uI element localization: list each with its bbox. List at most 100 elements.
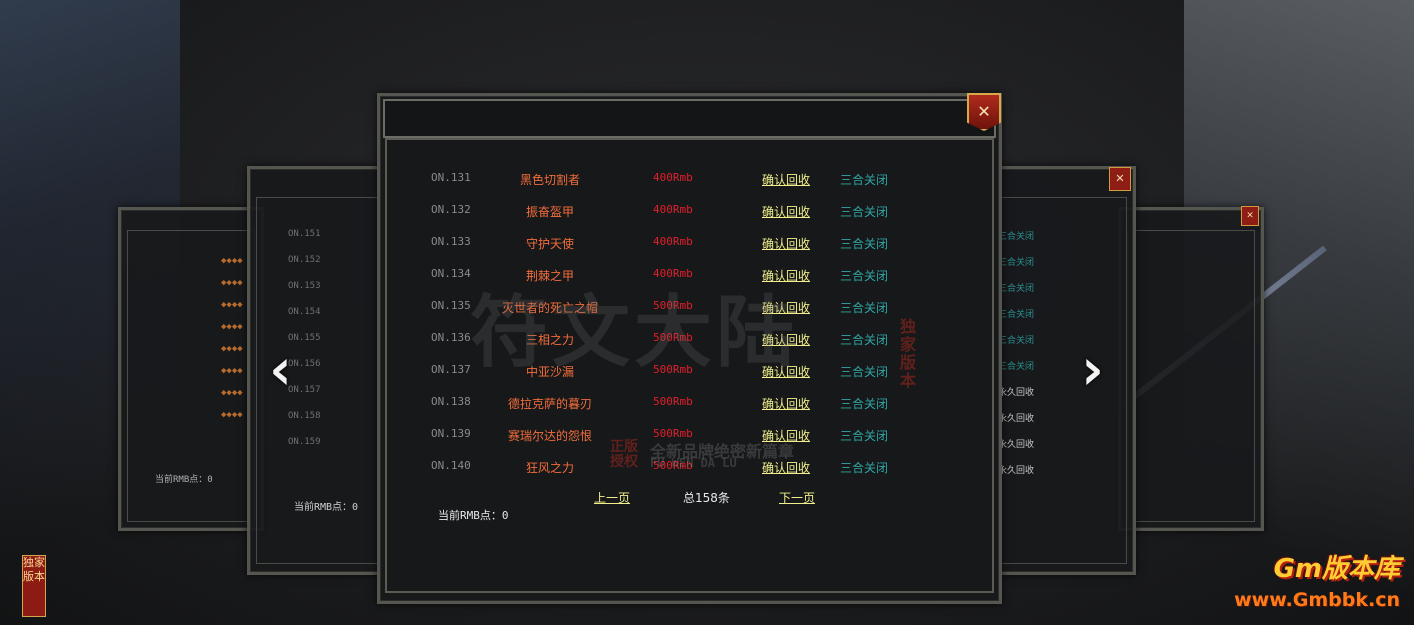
panel-row-status: 三合关闭 — [998, 232, 1035, 242]
merge-status: 三合关闭 — [840, 269, 889, 283]
panel-row: ◆◆◆◆ — [221, 388, 243, 398]
table-row: ON.132 振奋盔甲 400Rmb 确认回收 三合关闭 — [380, 203, 999, 235]
merge-status: 三合关闭 — [840, 301, 889, 315]
next-page-link[interactable]: 下一页 — [779, 491, 815, 505]
panel-row-status: 三合关闭 — [998, 362, 1035, 372]
panel-row-no: ON.154 — [288, 307, 321, 317]
panel-row-status: 永久回收 — [998, 466, 1035, 476]
merge-status: 三合关闭 — [840, 237, 889, 251]
panel-row-status: 三合关闭 — [998, 284, 1035, 294]
right-panel: ✕ 三合关闭 三合关闭 三合关闭 三合关闭 三合关闭 三合关闭 永久回收 永久回… — [985, 166, 1136, 575]
main-title-bar — [383, 99, 996, 138]
far-right-panel: ✕ — [1118, 206, 1264, 531]
item-name: 灭世者的死亡之帽 — [501, 301, 598, 315]
panel-row: ◆◆◆◆ — [221, 410, 243, 420]
confirm-recycle-link[interactable]: 确认回收 — [762, 459, 810, 476]
confirm-recycle-link[interactable]: 确认回收 — [762, 331, 810, 348]
item-name: 中亚沙漏 — [525, 365, 574, 379]
merge-status: 三合关闭 — [840, 173, 889, 187]
far-left-panel: ◆◆◆◆ ◆◆◆◆ ◆◆◆◆ ◆◆◆◆ ◆◆◆◆ ◆◆◆◆ ◆◆◆◆ ◆◆◆◆ … — [118, 207, 264, 531]
table-row: ON.135 灭世者的死亡之帽 500Rmb 确认回收 三合关闭 — [380, 299, 999, 331]
item-name: 振奋盔甲 — [525, 205, 574, 219]
confirm-recycle-link[interactable]: 确认回收 — [762, 267, 810, 284]
merge-status: 三合关闭 — [840, 365, 889, 379]
pager-prev[interactable]: 上一页 — [594, 489, 630, 506]
table-row: ON.136 三相之力 500Rmb 确认回收 三合关闭 — [380, 331, 999, 363]
item-name: 三相之力 — [525, 333, 574, 347]
panel-row-status: 三合关闭 — [998, 336, 1035, 346]
exclusive-badge: 独家版本 — [22, 555, 46, 617]
row-number: ON.138 — [431, 395, 471, 408]
table-row: ON.134 荆棘之甲 400Rmb 确认回收 三合关闭 — [380, 267, 999, 299]
panel-row-status: 永久回收 — [998, 414, 1035, 424]
confirm-recycle-link[interactable]: 确认回收 — [762, 235, 810, 252]
merge-status: 三合关闭 — [840, 333, 889, 347]
prev-arrow-icon[interactable]: ‹ — [261, 340, 301, 398]
row-number: ON.137 — [431, 363, 471, 376]
panel-row-status: 三合关闭 — [998, 258, 1035, 268]
panel-row-no: ON.158 — [288, 411, 321, 421]
confirm-recycle-link[interactable]: 确认回收 — [762, 203, 810, 220]
item-price: 500Rmb — [653, 299, 693, 312]
merge-status: 三合关闭 — [840, 397, 889, 411]
confirm-recycle-link[interactable]: 确认回收 — [762, 427, 810, 444]
merge-status: 三合关闭 — [840, 429, 889, 443]
panel-row: ◆◆◆◆ — [221, 256, 243, 266]
panel-row: ◆◆◆◆ — [221, 344, 243, 354]
panel-row-no: ON.159 — [288, 437, 321, 447]
confirm-recycle-link[interactable]: 确认回收 — [762, 363, 810, 380]
pager-next[interactable]: 下一页 — [779, 489, 815, 506]
panel-row: ◆◆◆◆ — [221, 278, 243, 288]
confirm-recycle-link[interactable]: 确认回收 — [762, 171, 810, 188]
prev-page-link[interactable]: 上一页 — [594, 491, 630, 505]
panel-row-status: 永久回收 — [998, 388, 1035, 398]
rmb-points: 当前RMB点：0 — [438, 509, 509, 522]
table-row: ON.137 中亚沙漏 500Rmb 确认回收 三合关闭 — [380, 363, 999, 395]
rmb-points: 当前RMB点：0 — [294, 502, 359, 513]
table-row: ON.140 狂风之力 500Rmb 确认回收 三合关闭 — [380, 459, 999, 491]
row-number: ON.133 — [431, 235, 471, 248]
panel-row: ◆◆◆◆ — [221, 322, 243, 332]
panel-row-no: ON.153 — [288, 281, 321, 291]
row-number: ON.139 — [431, 427, 471, 440]
pager-total: 总158条 — [683, 491, 730, 505]
panel-row-no: ON.152 — [288, 255, 321, 265]
merge-status: 三合关闭 — [840, 205, 889, 219]
merge-status: 三合关闭 — [840, 461, 889, 475]
close-icon[interactable]: ✕ — [1241, 206, 1259, 226]
confirm-recycle-link[interactable]: 确认回收 — [762, 395, 810, 412]
close-icon[interactable]: ✕ — [1109, 167, 1131, 191]
brand-name: Gm版本库 — [1273, 554, 1400, 584]
row-number: ON.132 — [431, 203, 471, 216]
brand-url: www.Gmbbk.cn — [1234, 589, 1400, 611]
row-number: ON.135 — [431, 299, 471, 312]
row-number: ON.136 — [431, 331, 471, 344]
table-row: ON.131 黑色切割者 400Rmb 确认回收 三合关闭 — [380, 171, 999, 203]
item-price: 400Rmb — [653, 235, 693, 248]
panel-row: ◆◆◆◆ — [221, 300, 243, 310]
main-panel: ✕ ON.131 黑色切割者 400Rmb 确认回收 三合关闭 ON.132 振… — [377, 93, 1002, 604]
table-row: ON.133 守护天使 400Rmb 确认回收 三合关闭 — [380, 235, 999, 267]
panel-row-status: 三合关闭 — [998, 310, 1035, 320]
panel-row-status: 永久回收 — [998, 440, 1035, 450]
panel-row-no: ON.151 — [288, 229, 321, 239]
row-number: ON.134 — [431, 267, 471, 280]
item-price: 500Rmb — [653, 363, 693, 376]
item-price: 400Rmb — [653, 203, 693, 216]
next-arrow-icon[interactable]: › — [1072, 340, 1112, 398]
brand-logo: Gm版本库 www.Gmbbk.cn — [1204, 548, 1400, 618]
item-price: 500Rmb — [653, 331, 693, 344]
panel-row: ◆◆◆◆ — [221, 366, 243, 376]
item-price: 500Rmb — [653, 395, 693, 408]
item-name: 狂风之力 — [525, 461, 574, 475]
item-price: 400Rmb — [653, 267, 693, 280]
row-number: ON.140 — [431, 459, 471, 472]
row-number: ON.131 — [431, 171, 471, 184]
item-name: 德拉克萨的暮刃 — [507, 397, 592, 411]
rmb-points: 当前RMB点：0 — [155, 475, 213, 485]
item-price: 400Rmb — [653, 171, 693, 184]
item-name: 守护天使 — [525, 237, 574, 251]
item-price: 500Rmb — [653, 427, 693, 440]
item-price: 500Rmb — [653, 459, 693, 472]
confirm-recycle-link[interactable]: 确认回收 — [762, 299, 810, 316]
